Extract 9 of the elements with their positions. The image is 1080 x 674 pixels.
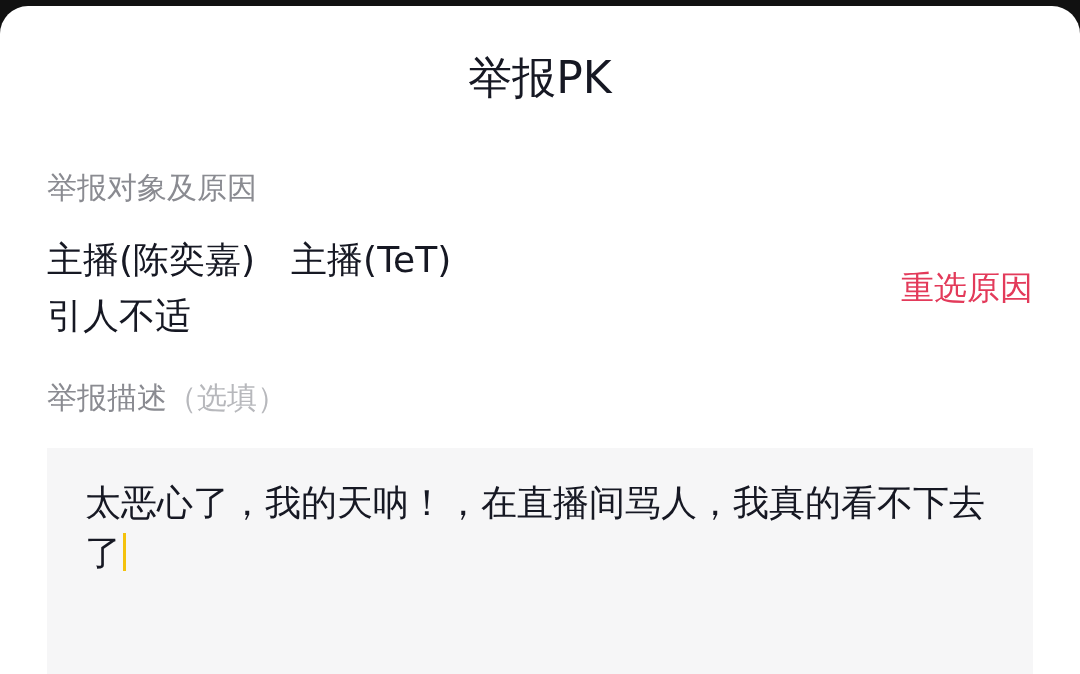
sheet-title: 举报PK <box>468 51 612 105</box>
description-field[interactable]: 太恶心了，我的天呐！，在直播间骂人，我真的看不下去了 <box>47 448 1033 674</box>
section-label: 举报描述 <box>47 379 167 417</box>
optional-hint: （选填） <box>167 379 287 417</box>
report-target: 主播(TeT) <box>291 238 452 282</box>
section-label: 举报对象及原因 <box>47 169 258 207</box>
reselect-reason-link[interactable]: 重选原因 <box>901 265 1033 311</box>
report-target: 主播(陈奕嘉) <box>47 238 256 282</box>
report-reason: 引人不适 <box>47 294 192 338</box>
